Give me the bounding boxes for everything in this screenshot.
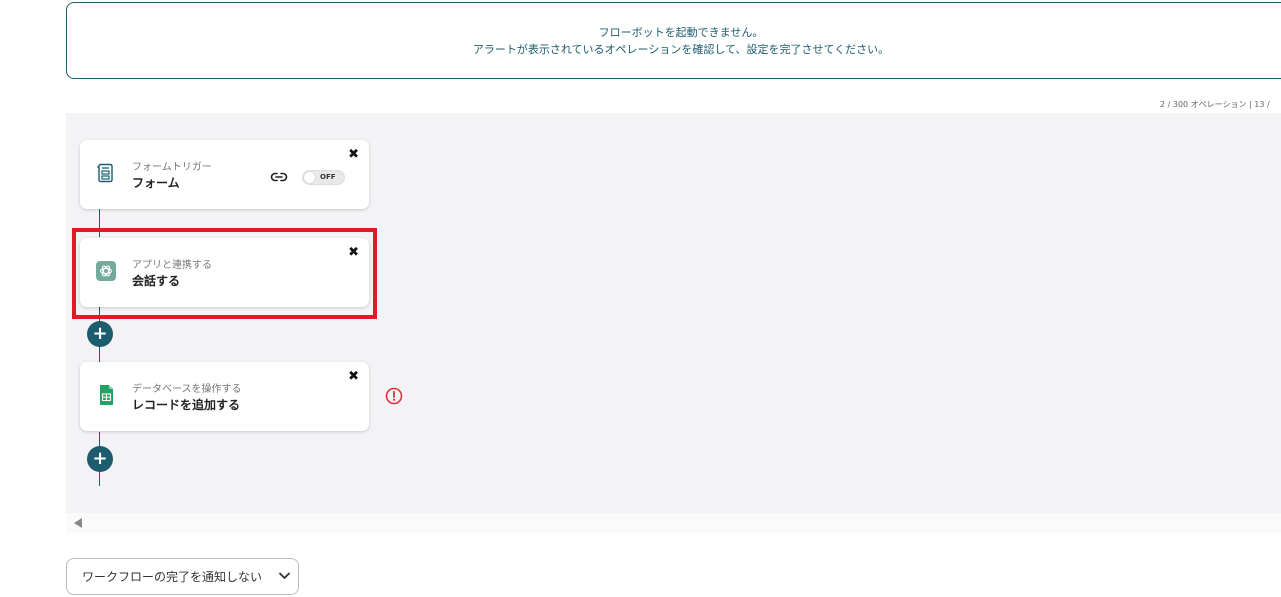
node-title: レコードを追加する: [132, 398, 241, 412]
warning-icon[interactable]: [385, 387, 403, 405]
connector-line: [99, 209, 100, 237]
close-icon[interactable]: ✖: [348, 370, 359, 383]
node-title: フォーム: [132, 176, 180, 190]
node-subtitle: データベースを操作する: [132, 384, 242, 395]
operation-counter: 2 / 300 オペレーション | 13 /: [1160, 100, 1270, 109]
select-value: ワークフローの完了を通知しない: [82, 570, 263, 584]
chevron-down-icon: [279, 572, 290, 579]
notify-completion-select[interactable]: ワークフローの完了を通知しない: [66, 558, 299, 595]
node-subtitle: アプリと連携する: [132, 260, 212, 271]
scroll-left-arrow-icon[interactable]: [74, 518, 82, 528]
node-title: 会話する: [132, 274, 181, 288]
toggle-label: OFF: [320, 173, 336, 181]
link-icon[interactable]: [270, 171, 288, 183]
node-database[interactable]: データベースを操作する レコードを追加する ✖: [80, 362, 369, 431]
close-icon[interactable]: ✖: [348, 148, 359, 161]
trigger-toggle[interactable]: OFF: [302, 170, 345, 185]
node-form-trigger[interactable]: フォームトリガー フォーム OFF ✖: [80, 140, 369, 209]
node-subtitle: フォームトリガー: [132, 162, 212, 173]
toggle-knob: [304, 172, 315, 183]
node-app-integration[interactable]: アプリと連携する 会話する ✖: [80, 238, 369, 307]
horizontal-scrollbar[interactable]: [66, 513, 1281, 533]
add-step-button[interactable]: +: [87, 321, 113, 347]
form-icon: [97, 163, 113, 183]
close-icon[interactable]: ✖: [348, 246, 359, 259]
google-sheets-icon: [100, 385, 113, 405]
alert-line-2: アラートが表示されているオペレーションを確認して、設定を完了させてください。: [472, 42, 890, 56]
add-step-button[interactable]: +: [87, 446, 113, 472]
alert-line-1: フローボットを起動できません。: [598, 25, 764, 39]
chatgpt-icon: [96, 261, 116, 281]
alert-banner: フローボットを起動できません。 アラートが表示されているオペレーションを確認して…: [66, 2, 1281, 79]
